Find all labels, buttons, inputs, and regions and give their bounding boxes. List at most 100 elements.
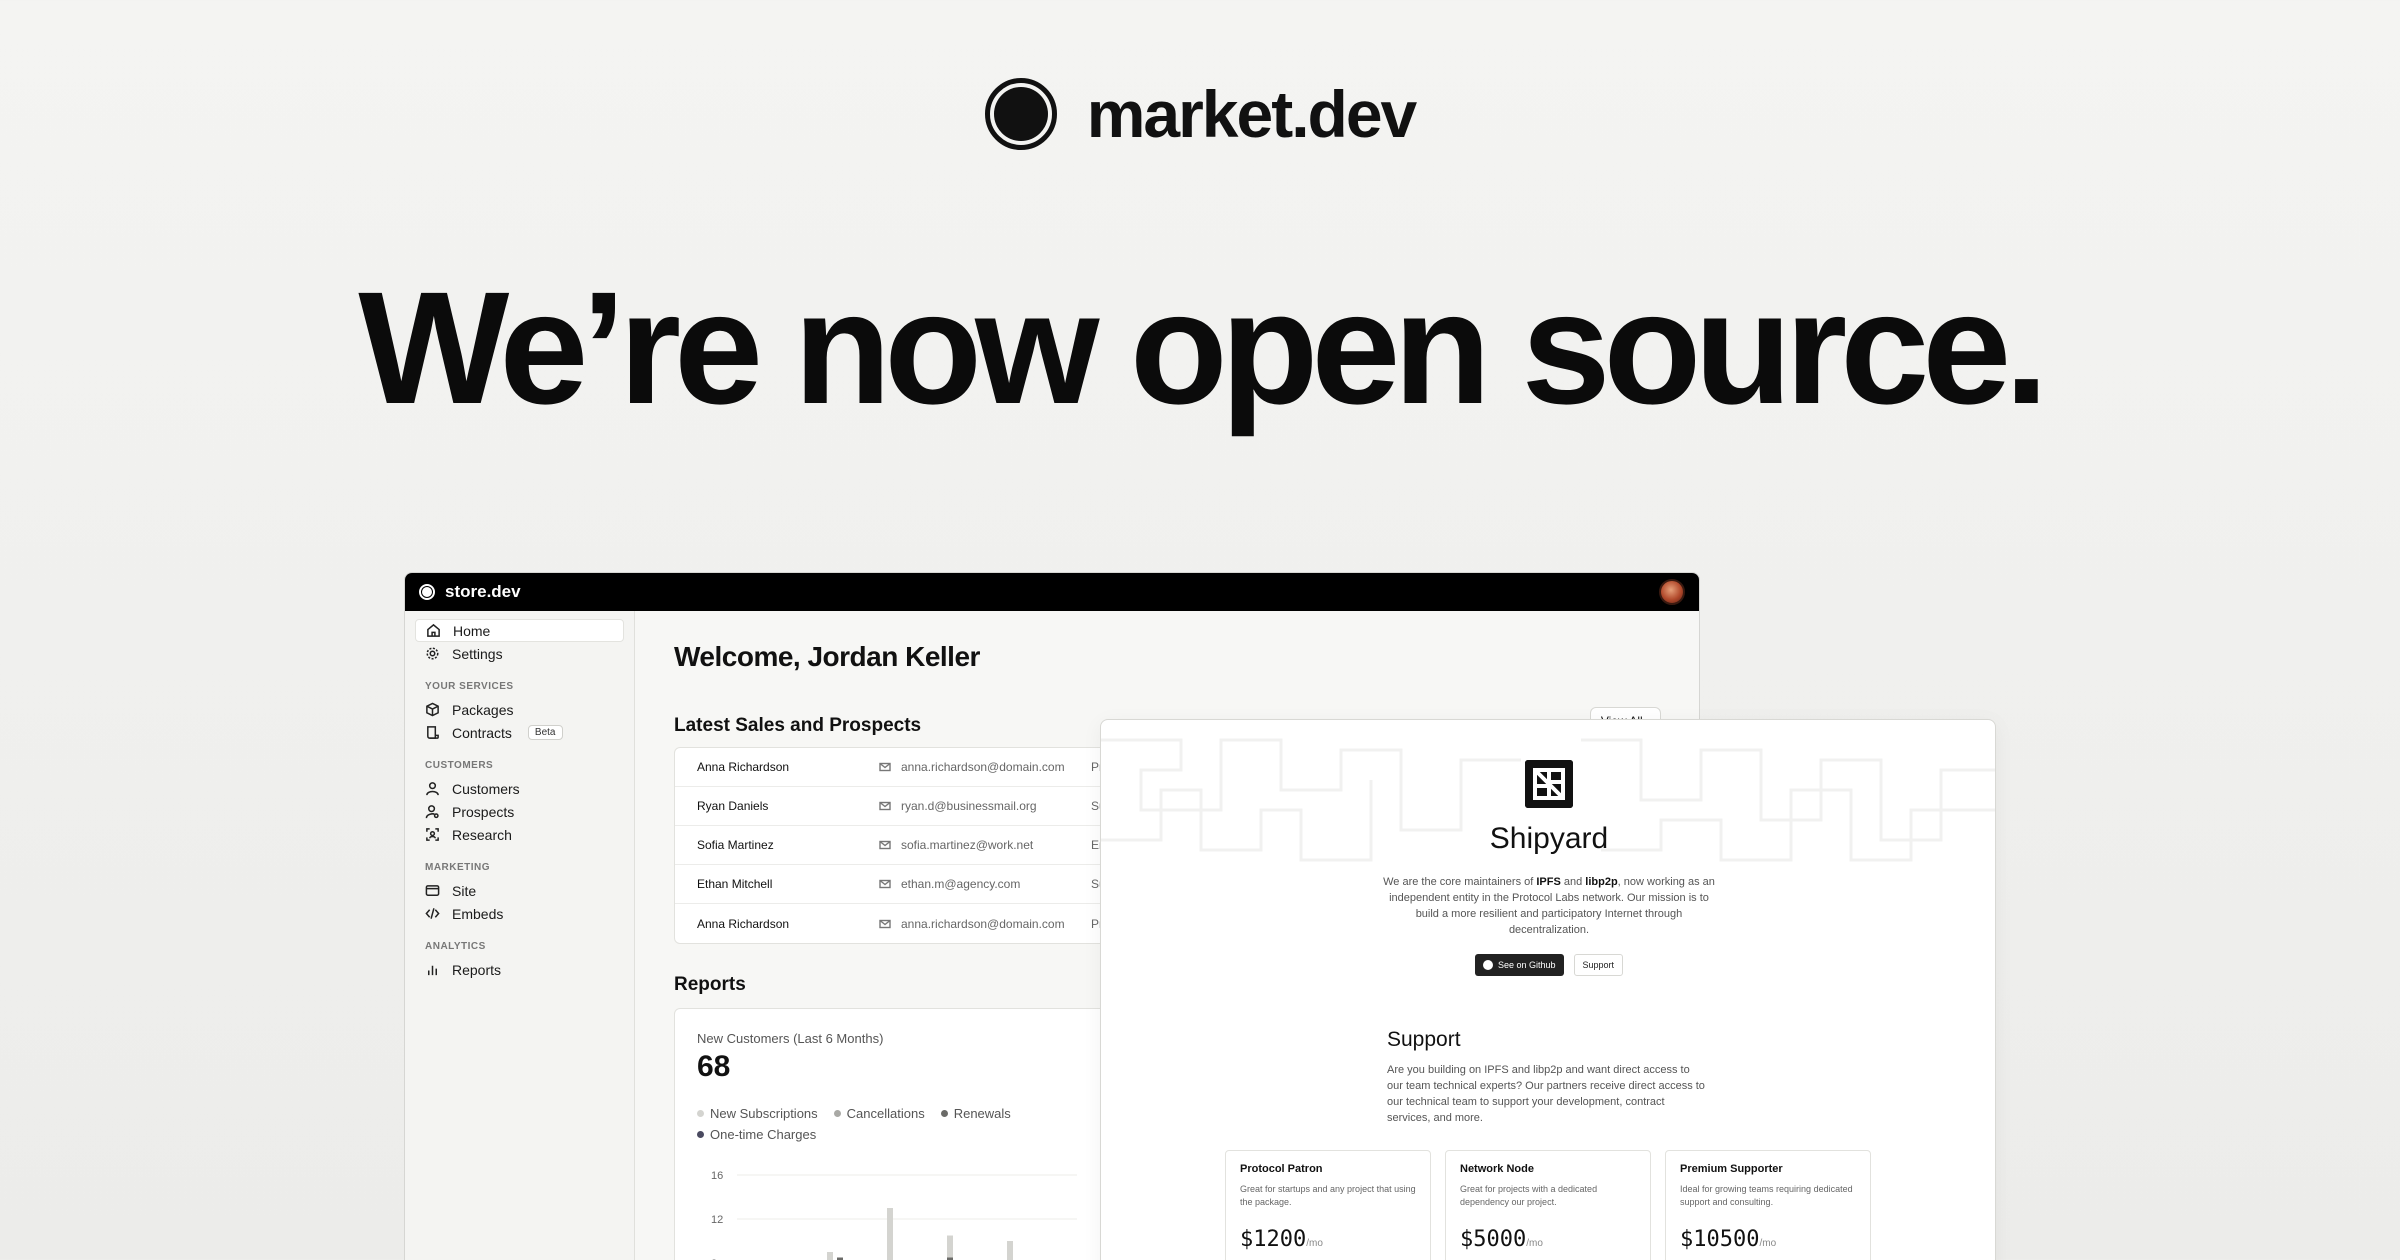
legend-swatch — [697, 1131, 704, 1138]
plan-name: Premium Supporter — [1680, 1163, 1783, 1175]
plan-card[interactable]: Protocol Patron Great for startups and a… — [1225, 1150, 1431, 1260]
brand-name: market.dev — [1086, 77, 1418, 151]
contract-icon — [427, 726, 439, 739]
shipyard-description: We are the core maintainers of IPFS and … — [1379, 874, 1719, 938]
customer-email: anna.richardson@domain.com — [879, 760, 1089, 774]
plan-description: Ideal for growing teams requiring dedica… — [1680, 1184, 1853, 1207]
sidebar-item-customers[interactable]: Customers — [415, 777, 624, 800]
mail-icon — [879, 840, 891, 850]
customer-name: Anna Richardson — [697, 916, 790, 931]
sidebar-item-label: Customers — [452, 780, 520, 797]
mail-icon — [879, 762, 891, 772]
sidebar-item-prospects[interactable]: Prospects — [415, 800, 624, 823]
page-title: Welcome, Jordan Keller — [674, 641, 980, 672]
hero-headline: We’re now open source. — [358, 258, 2048, 437]
chart-bar[interactable] — [887, 1208, 893, 1260]
customer-email: ethan.m@agency.com — [879, 877, 1089, 891]
sidebar-item-label: Settings — [452, 645, 503, 662]
mail-icon — [879, 879, 891, 889]
brand-header: market.dev — [0, 76, 2400, 152]
github-icon — [1482, 960, 1493, 970]
plan-price: $10500/mo — [1680, 1227, 1856, 1252]
legend-label: One-time Charges — [710, 1127, 817, 1142]
plan-card[interactable]: Premium Supporter Ideal for growing team… — [1665, 1150, 1871, 1260]
plan-name: Protocol Patron — [1240, 1163, 1323, 1175]
desc-ipfs: IPFS — [1536, 876, 1561, 888]
sidebar-item-contracts[interactable]: Contracts Beta — [415, 721, 624, 744]
customer-name: Sofia Martinez — [697, 838, 774, 852]
github-button[interactable]: See on Github — [1474, 954, 1564, 976]
y-tick-label: 12 — [711, 1214, 723, 1226]
shipyard-panel: Shipyard We are the core maintainers of … — [1100, 719, 1996, 1260]
sidebar-item-label: Research — [452, 826, 512, 843]
price-unit: /mo — [1306, 1238, 1323, 1249]
store-logo-icon — [419, 584, 435, 600]
chart-bar[interactable] — [1007, 1241, 1013, 1260]
scan-icon — [426, 828, 439, 841]
legend-swatch — [833, 1110, 841, 1117]
desc-libp2p: libp2p — [1585, 876, 1618, 888]
sidebar-item-site[interactable]: Site — [415, 879, 624, 902]
legend-item[interactable]: Cancellations — [833, 1106, 925, 1121]
sidebar-section-title: MARKETING — [425, 862, 491, 873]
email-text: ethan.m@agency.com — [901, 877, 1021, 891]
plan-card[interactable]: Network Node Great for projects with a d… — [1445, 1150, 1651, 1260]
shipyard-actions: See on Github Support — [1101, 954, 1995, 976]
sidebar-item-label: Prospects — [452, 803, 515, 820]
shipyard-title: Shipyard — [1489, 822, 1609, 855]
shipyard-logo-icon — [1525, 760, 1573, 808]
y-tick-label: 16 — [711, 1170, 723, 1182]
legend-item[interactable]: One-time Charges — [697, 1127, 816, 1142]
price-unit: /mo — [1526, 1238, 1543, 1249]
user-search-icon — [425, 805, 439, 819]
support-description: Are you building on IPFS and libp2p and … — [1387, 1064, 1705, 1124]
desc-text: and — [1560, 876, 1586, 888]
sidebar-item-packages[interactable]: Packages — [415, 698, 624, 721]
beta-badge: Beta — [527, 725, 563, 740]
chart-bar[interactable] — [947, 1235, 953, 1260]
sidebar-section-title: YOUR SERVICES — [425, 681, 514, 692]
legend-item[interactable]: New Subscriptions — [697, 1106, 818, 1121]
customer-name: Anna Richardson — [697, 760, 790, 774]
sidebar-item-label: Home — [453, 622, 491, 639]
legend-swatch — [697, 1110, 704, 1117]
support-title: Support — [1387, 1028, 1461, 1051]
price-amount: $5000 — [1460, 1227, 1527, 1252]
legend-swatch — [940, 1110, 948, 1117]
customer-name: Ryan Daniels — [697, 799, 769, 813]
email-text: anna.richardson@domain.com — [901, 916, 1065, 931]
customers-chart: 16128 — [711, 1170, 1077, 1260]
sidebar-item-home[interactable]: Home — [415, 619, 624, 642]
customer-name: Ethan Mitchell — [697, 877, 773, 891]
email-text: sofia.martinez@work.net — [901, 838, 1034, 852]
sidebar-item-settings[interactable]: Settings — [415, 642, 624, 665]
plan-description: Great for projects with a dedicated depe… — [1460, 1184, 1598, 1207]
plan-price: $1200/mo — [1240, 1227, 1416, 1252]
legend-label: New Subscriptions — [710, 1106, 818, 1121]
sidebar-item-label: Embeds — [452, 905, 504, 922]
legend-item[interactable]: Renewals — [940, 1106, 1011, 1121]
avatar[interactable] — [1659, 579, 1685, 605]
app-brand[interactable]: store.dev — [419, 582, 521, 602]
sidebar-item-embeds[interactable]: Embeds — [415, 902, 624, 925]
market-logo-icon — [984, 78, 1057, 150]
legend-label: Renewals — [953, 1106, 1011, 1121]
code-icon — [425, 908, 440, 919]
sidebar-item-label: Reports — [452, 961, 502, 978]
mail-icon — [879, 919, 891, 928]
app-topbar: store.dev — [405, 573, 1699, 611]
chart-bar[interactable] — [827, 1252, 833, 1260]
gear-icon — [426, 647, 439, 660]
bar-chart-icon — [428, 965, 437, 976]
support-button[interactable]: Support — [1573, 954, 1624, 976]
sidebar-item-label: Packages — [452, 701, 514, 718]
desc-text: We are the core maintainers of — [1383, 876, 1537, 888]
email-text: ryan.d@businessmail.org — [901, 799, 1037, 813]
sidebar-section-title: CUSTOMERS — [425, 760, 494, 771]
sidebar-item-reports[interactable]: Reports — [415, 958, 624, 981]
package-icon — [426, 702, 439, 717]
customer-email: anna.richardson@domain.com — [879, 917, 1089, 931]
app-name: store.dev — [445, 582, 521, 601]
sidebar-item-research[interactable]: Research — [415, 823, 624, 846]
sidebar: Home Settings YOUR SERVICES Packages Con… — [405, 611, 635, 1260]
